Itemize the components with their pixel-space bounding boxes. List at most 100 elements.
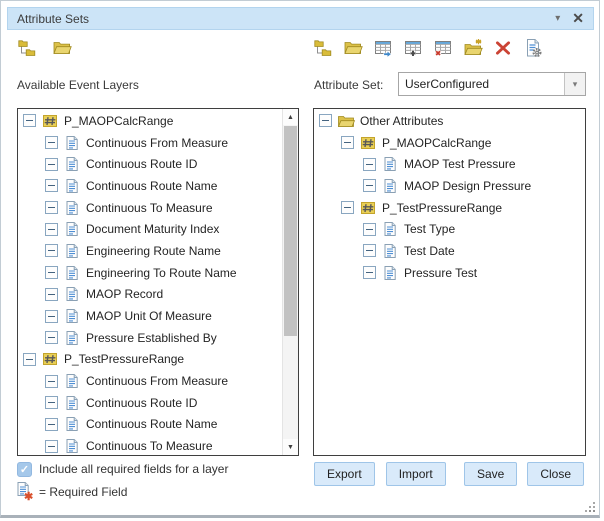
collapse-minus-icon[interactable] — [45, 136, 58, 149]
close-button[interactable]: Close — [527, 462, 584, 486]
tree-item[interactable]: Continuous Route ID — [18, 392, 282, 414]
tree-item[interactable]: Other Attributes — [314, 110, 585, 132]
field-icon — [63, 373, 81, 389]
tree-item[interactable]: P_MAOPCalcRange — [314, 132, 585, 154]
include-required-fields-label: Include all required fields for a layer — [39, 462, 228, 476]
tree-item[interactable]: P_TestPressureRange — [314, 197, 585, 219]
tree-item-label: P_TestPressureRange — [382, 201, 502, 215]
save-button[interactable]: Save — [464, 462, 517, 486]
collapse-minus-icon[interactable] — [363, 223, 376, 236]
tree-item[interactable]: Document Maturity Index — [18, 218, 282, 240]
collapse-minus-icon[interactable] — [341, 201, 354, 214]
collapse-minus-icon[interactable] — [363, 158, 376, 171]
tree-item[interactable]: Continuous To Measure — [18, 197, 282, 219]
tree-item[interactable]: Continuous To Measure — [18, 435, 282, 455]
tree-item[interactable]: Continuous Route Name — [18, 175, 282, 197]
tree-item[interactable]: Continuous Route Name — [18, 414, 282, 436]
vertical-scrollbar[interactable]: ▲ ▼ — [282, 109, 298, 455]
add-layer-tree-icon[interactable] — [313, 38, 333, 58]
import-button[interactable]: Import — [386, 462, 446, 486]
tree-item-label: Test Type — [404, 222, 455, 236]
field-icon — [381, 156, 399, 172]
tree-item[interactable]: MAOP Record — [18, 284, 282, 306]
tree-item[interactable]: MAOP Unit Of Measure — [18, 305, 282, 327]
tree-item[interactable]: Continuous From Measure — [18, 132, 282, 154]
open-folder-icon[interactable] — [343, 38, 363, 58]
add-layer-tree-icon[interactable] — [17, 38, 37, 58]
collapse-dialog-icon[interactable]: ▾ — [555, 13, 560, 24]
tree-item[interactable]: MAOP Test Pressure — [314, 153, 585, 175]
tree-item-label: Engineering To Route Name — [86, 266, 237, 280]
add-table-icon[interactable] — [403, 38, 423, 58]
scrollbar-thumb[interactable] — [284, 126, 297, 336]
tree-item[interactable]: Engineering Route Name — [18, 240, 282, 262]
collapse-minus-icon[interactable] — [45, 396, 58, 409]
collapse-minus-icon[interactable] — [363, 266, 376, 279]
open-folder-icon[interactable] — [52, 38, 72, 58]
collapse-minus-icon[interactable] — [45, 331, 58, 344]
new-folder-icon[interactable] — [463, 38, 483, 58]
tree-item[interactable]: MAOP Design Pressure — [314, 175, 585, 197]
tree-item[interactable]: Pressure Test — [314, 262, 585, 284]
available-layers-tree: P_MAOPCalcRangeContinuous From MeasureCo… — [18, 110, 282, 455]
collapse-minus-icon[interactable] — [45, 223, 58, 236]
tree-item-label: Continuous Route Name — [86, 417, 217, 431]
collapse-minus-icon[interactable] — [45, 418, 58, 431]
field-icon — [63, 265, 81, 281]
tree-item[interactable]: Continuous Route ID — [18, 153, 282, 175]
collapse-minus-icon[interactable] — [45, 179, 58, 192]
collapse-minus-icon[interactable] — [23, 114, 36, 127]
collapse-minus-icon[interactable] — [363, 244, 376, 257]
tree-item[interactable]: P_TestPressureRange — [18, 349, 282, 371]
layer-icon — [359, 200, 377, 216]
layer-icon — [41, 351, 59, 367]
export-button[interactable]: Export — [314, 462, 375, 486]
tree-item-label: Pressure Test — [404, 266, 477, 280]
tree-item-label: MAOP Record — [86, 287, 163, 301]
collapse-minus-icon[interactable] — [45, 201, 58, 214]
tree-item-label: P_TestPressureRange — [64, 352, 184, 366]
collapse-minus-icon[interactable] — [45, 440, 58, 453]
tree-item[interactable]: Test Date — [314, 240, 585, 262]
field-icon — [381, 221, 399, 237]
tree-item-label: Other Attributes — [360, 114, 443, 128]
collapse-minus-icon[interactable] — [45, 310, 58, 323]
collapse-minus-icon[interactable] — [45, 158, 58, 171]
collapse-minus-icon[interactable] — [319, 114, 332, 127]
remove-table-icon[interactable] — [433, 38, 453, 58]
tree-item-label: Continuous From Measure — [86, 374, 228, 388]
tree-item[interactable]: Engineering To Route Name — [18, 262, 282, 284]
scroll-up-icon[interactable]: ▲ — [283, 109, 298, 125]
tree-item[interactable]: Test Type — [314, 218, 585, 240]
collapse-minus-icon[interactable] — [23, 353, 36, 366]
delete-icon[interactable] — [493, 38, 513, 58]
import-export-buttons: Export Import — [314, 462, 446, 486]
collapse-minus-icon[interactable] — [45, 244, 58, 257]
field-icon — [63, 178, 81, 194]
chevron-down-icon[interactable]: ▾ — [564, 73, 585, 95]
collapse-minus-icon[interactable] — [341, 136, 354, 149]
export-table-icon[interactable] — [373, 38, 393, 58]
scroll-down-icon[interactable]: ▼ — [283, 439, 298, 455]
tree-item[interactable]: P_MAOPCalcRange — [18, 110, 282, 132]
collapse-minus-icon[interactable] — [45, 266, 58, 279]
tree-item[interactable]: Pressure Established By — [18, 327, 282, 349]
titlebar: Attribute Sets ▾ ✕ — [7, 7, 594, 30]
attribute-set-label: Attribute Set: — [314, 78, 383, 92]
collapse-minus-icon[interactable] — [45, 288, 58, 301]
field-icon — [63, 221, 81, 237]
field-icon — [63, 286, 81, 302]
tree-item[interactable]: Continuous From Measure — [18, 370, 282, 392]
resize-grip[interactable] — [583, 500, 596, 513]
field-icon — [63, 135, 81, 151]
close-icon[interactable]: ✕ — [572, 10, 584, 27]
collapse-minus-icon[interactable] — [45, 375, 58, 388]
properties-icon[interactable] — [523, 38, 543, 58]
attribute-set-dropdown[interactable]: UserConfigured ▾ — [398, 72, 586, 96]
collapse-minus-icon[interactable] — [363, 179, 376, 192]
include-required-fields-checkbox[interactable]: ✓ — [17, 462, 32, 477]
tree-item-label: Continuous To Measure — [86, 201, 213, 215]
attribute-set-panel: Other Attributes P_MAOPCalcRangeMAOP Test… — [313, 108, 586, 456]
field-icon — [63, 200, 81, 216]
toolbar-right — [313, 38, 543, 58]
